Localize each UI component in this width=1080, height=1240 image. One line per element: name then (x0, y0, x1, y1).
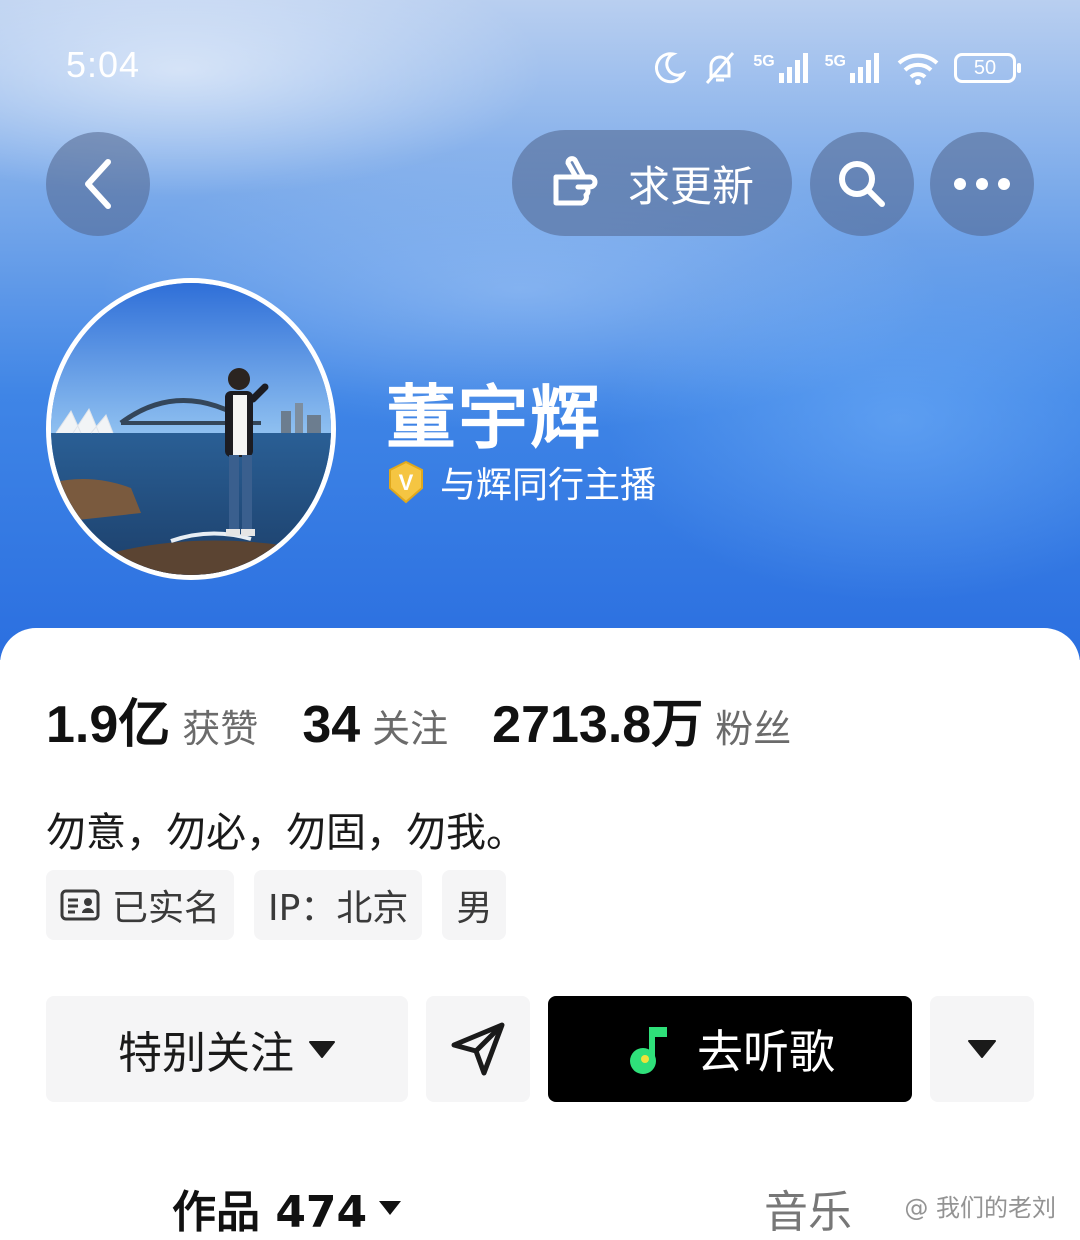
listen-music-button[interactable]: 去听歌 (548, 996, 912, 1102)
verified-badge-icon: V (389, 460, 423, 504)
status-bar: 5:04 5G 5G 50 (0, 40, 1080, 96)
status-time: 5:04 (66, 44, 141, 85)
signal-5g-2: 5G (825, 53, 882, 83)
send-message-button[interactable] (426, 996, 530, 1102)
triangle-down-icon (968, 1040, 996, 1058)
profile-tags: 已实名 IP：北京 男 (46, 870, 507, 940)
more-icon (954, 178, 1010, 190)
following-count: 34 (302, 696, 361, 754)
stats-row: 1.9亿 获赞 34 关注 2713.8万 粉丝 (46, 682, 835, 757)
wifi-icon (897, 53, 939, 85)
tab-music[interactable]: 音乐 (764, 1176, 852, 1240)
profile-name: 董宇辉 (386, 377, 602, 459)
mute-bell-icon (706, 52, 735, 84)
tag-real-name: 已实名 (46, 870, 235, 940)
moon-icon (655, 52, 687, 84)
avatar[interactable] (46, 278, 336, 580)
profile-bio: 勿意，勿必，勿固，勿我。 (46, 810, 526, 856)
back-button[interactable] (46, 132, 150, 236)
triangle-down-icon (379, 1201, 402, 1215)
battery-indicator: 50 (954, 53, 1021, 83)
following-label: 关注 (372, 707, 449, 751)
special-follow-label: 特别关注 (118, 1028, 294, 1079)
more-actions-button[interactable] (930, 996, 1034, 1102)
request-update-label: 求更新 (627, 161, 754, 211)
verification-label: 与辉同行主播 (440, 465, 657, 506)
stat-following[interactable]: 34 关注 (302, 695, 448, 755)
id-card-icon (60, 889, 100, 921)
tab-works-label: 作品 474 (172, 1187, 368, 1238)
network-label-2: 5G (824, 53, 846, 70)
back-icon (85, 159, 111, 209)
status-icons: 5G 5G 50 (651, 46, 1021, 90)
stat-likes[interactable]: 1.9亿 获赞 (46, 682, 258, 757)
tag-gender: 男 (442, 870, 507, 940)
tag-real-name-label: 已实名 (112, 888, 221, 929)
network-label-1: 5G (753, 53, 775, 70)
triangle-down-icon (309, 1041, 335, 1058)
signal-5g-1: 5G (753, 53, 810, 83)
verified-badge-letter: V (399, 470, 414, 495)
special-follow-button[interactable]: 特别关注 (46, 996, 408, 1102)
listen-music-label: 去听歌 (697, 1025, 835, 1079)
paper-plane-icon (451, 1022, 505, 1076)
tab-works[interactable]: 作品 474 (172, 1176, 403, 1240)
avatar-photo (51, 283, 331, 575)
music-note-icon (630, 1027, 667, 1074)
stat-followers[interactable]: 2713.8万 粉丝 (492, 682, 791, 757)
followers-label: 粉丝 (715, 707, 792, 751)
signal-bars-icon (778, 53, 808, 83)
profile-header-background: 5:04 5G 5G 50 求更新 董宇辉 V 与辉同行主播 (0, 0, 1080, 660)
followers-count: 2713.8万 (492, 696, 704, 754)
pointing-hand-icon (553, 156, 598, 206)
search-icon (839, 161, 885, 207)
watermark: @ 我们的老刘 (904, 1194, 1056, 1222)
likes-label: 获赞 (182, 707, 259, 751)
request-update-button[interactable]: 求更新 (512, 130, 792, 236)
signal-bars-icon (850, 53, 879, 83)
search-button[interactable] (810, 132, 914, 236)
likes-count: 1.9亿 (46, 696, 171, 754)
more-button[interactable] (930, 132, 1034, 236)
tag-ip: IP：北京 (254, 870, 423, 940)
verification-row: V 与辉同行主播 (384, 456, 656, 508)
